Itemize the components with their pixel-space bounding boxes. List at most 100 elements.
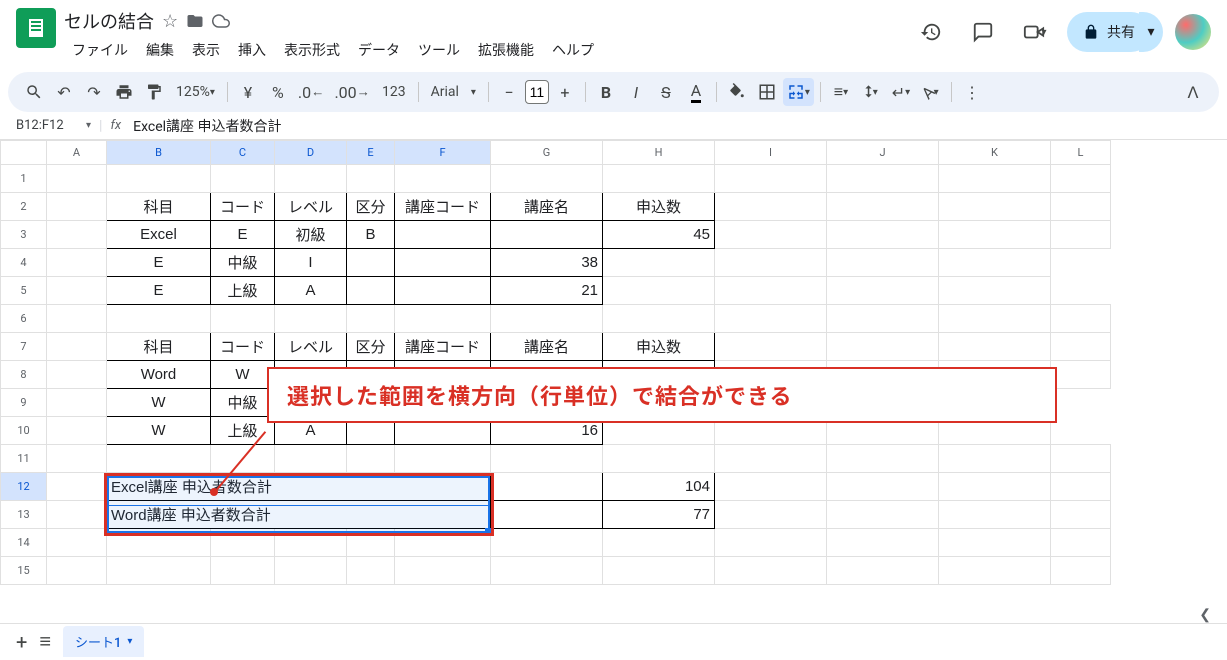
user-avatar[interactable] bbox=[1175, 14, 1211, 50]
cell[interactable] bbox=[491, 221, 603, 249]
row-header[interactable]: 2 bbox=[1, 193, 47, 221]
cell[interactable]: 申込数 bbox=[603, 193, 715, 221]
cell[interactable]: 科目 bbox=[107, 193, 211, 221]
cell[interactable]: 講座コード bbox=[395, 333, 491, 361]
cell[interactable]: 講座名 bbox=[491, 193, 603, 221]
cell[interactable] bbox=[603, 557, 715, 585]
undo-icon[interactable]: ↶ bbox=[50, 78, 78, 106]
text-color-icon[interactable]: A bbox=[682, 78, 710, 106]
cell[interactable]: E bbox=[107, 277, 211, 305]
cell[interactable]: W bbox=[107, 417, 211, 445]
percent-icon[interactable]: % bbox=[264, 78, 292, 106]
cell[interactable] bbox=[395, 305, 491, 333]
cell[interactable] bbox=[395, 165, 491, 193]
col-header[interactable]: J bbox=[827, 141, 939, 165]
tab-menu-icon[interactable]: ▾ bbox=[127, 636, 132, 647]
row-header[interactable]: 3 bbox=[1, 221, 47, 249]
row-header[interactable]: 14 bbox=[1, 529, 47, 557]
col-header[interactable]: F bbox=[395, 141, 491, 165]
cell[interactable] bbox=[491, 501, 603, 529]
cell[interactable] bbox=[827, 445, 939, 473]
row-header[interactable]: 10 bbox=[1, 417, 47, 445]
cell[interactable] bbox=[47, 221, 107, 249]
add-sheet-icon[interactable]: + bbox=[16, 630, 27, 654]
all-sheets-icon[interactable]: ≡ bbox=[39, 629, 51, 654]
cell[interactable] bbox=[491, 557, 603, 585]
row-header[interactable]: 12 bbox=[1, 473, 47, 501]
comment-icon[interactable] bbox=[963, 12, 1003, 52]
cell[interactable] bbox=[827, 249, 939, 277]
cell[interactable] bbox=[827, 473, 939, 501]
cell[interactable] bbox=[275, 445, 347, 473]
cell[interactable]: E bbox=[211, 221, 275, 249]
cell[interactable]: Word bbox=[107, 361, 211, 389]
cell[interactable] bbox=[939, 249, 1051, 277]
select-all-corner[interactable] bbox=[1, 141, 47, 165]
fill-color-icon[interactable] bbox=[723, 78, 751, 106]
document-title[interactable]: セルの結合 bbox=[64, 8, 154, 34]
col-header[interactable]: D bbox=[275, 141, 347, 165]
cell[interactable] bbox=[211, 529, 275, 557]
cell[interactable] bbox=[603, 445, 715, 473]
valign-icon[interactable]: ⭥ ▾ bbox=[857, 78, 885, 106]
wrap-icon[interactable]: ↵ ▾ bbox=[887, 78, 915, 106]
row-header[interactable]: 8 bbox=[1, 361, 47, 389]
cell[interactable] bbox=[715, 333, 827, 361]
cell[interactable]: Excel講座 申込者数合計 bbox=[107, 473, 491, 501]
cell[interactable] bbox=[47, 361, 107, 389]
cell[interactable] bbox=[347, 529, 395, 557]
cell[interactable] bbox=[603, 249, 715, 277]
cell[interactable] bbox=[715, 557, 827, 585]
cell[interactable] bbox=[1051, 557, 1111, 585]
cell[interactable] bbox=[47, 193, 107, 221]
cell[interactable] bbox=[107, 557, 211, 585]
row-header[interactable]: 11 bbox=[1, 445, 47, 473]
cell[interactable] bbox=[47, 249, 107, 277]
spreadsheet-grid[interactable]: ABCDEFGHIJKL12科目コードレベル区分講座コード講座名申込数3Exce… bbox=[0, 140, 1227, 660]
row-header[interactable]: 7 bbox=[1, 333, 47, 361]
cell[interactable]: レベル bbox=[275, 193, 347, 221]
formula-bar[interactable]: Excel講座 申込者数合計 bbox=[129, 116, 281, 136]
cell[interactable] bbox=[939, 529, 1051, 557]
decrease-decimal-icon[interactable]: .0← bbox=[294, 78, 329, 106]
cell[interactable] bbox=[1051, 221, 1111, 249]
cell[interactable] bbox=[603, 277, 715, 305]
cell[interactable] bbox=[107, 305, 211, 333]
col-header[interactable]: K bbox=[939, 141, 1051, 165]
cell[interactable] bbox=[347, 249, 395, 277]
cell[interactable] bbox=[211, 305, 275, 333]
col-header[interactable]: I bbox=[715, 141, 827, 165]
cell[interactable]: レベル bbox=[275, 333, 347, 361]
cell[interactable] bbox=[1051, 333, 1111, 361]
cell[interactable] bbox=[395, 445, 491, 473]
strikethrough-icon[interactable]: S bbox=[652, 78, 680, 106]
scroll-right-icon[interactable]: ❮ bbox=[1199, 607, 1211, 623]
cell[interactable]: 講座コード bbox=[395, 193, 491, 221]
cell[interactable] bbox=[347, 277, 395, 305]
menu-edit[interactable]: 編集 bbox=[138, 36, 182, 64]
menu-tools[interactable]: ツール bbox=[410, 36, 468, 64]
halign-icon[interactable]: ≡ ▾ bbox=[827, 78, 855, 106]
increase-decimal-icon[interactable]: .00→ bbox=[330, 78, 374, 106]
cell[interactable] bbox=[939, 333, 1051, 361]
cell[interactable]: Word講座 申込者数合計 bbox=[107, 501, 491, 529]
cell[interactable] bbox=[347, 445, 395, 473]
cell[interactable]: Excel bbox=[107, 221, 211, 249]
namebox-dropdown[interactable]: ▾ bbox=[86, 120, 91, 131]
cell[interactable] bbox=[47, 333, 107, 361]
font-size-decrease[interactable]: − bbox=[495, 78, 523, 106]
cell[interactable] bbox=[47, 417, 107, 445]
cell[interactable] bbox=[939, 193, 1051, 221]
cell[interactable]: 上級 bbox=[211, 277, 275, 305]
cloud-icon[interactable] bbox=[212, 12, 230, 30]
cell[interactable]: 科目 bbox=[107, 333, 211, 361]
cell[interactable] bbox=[275, 165, 347, 193]
cell[interactable] bbox=[715, 249, 827, 277]
font-select[interactable]: Arial ▾ bbox=[425, 78, 482, 106]
cell[interactable] bbox=[939, 221, 1051, 249]
cell[interactable] bbox=[395, 249, 491, 277]
move-icon[interactable] bbox=[186, 12, 204, 30]
cell[interactable] bbox=[715, 529, 827, 557]
cell[interactable] bbox=[603, 165, 715, 193]
cell[interactable] bbox=[715, 165, 827, 193]
